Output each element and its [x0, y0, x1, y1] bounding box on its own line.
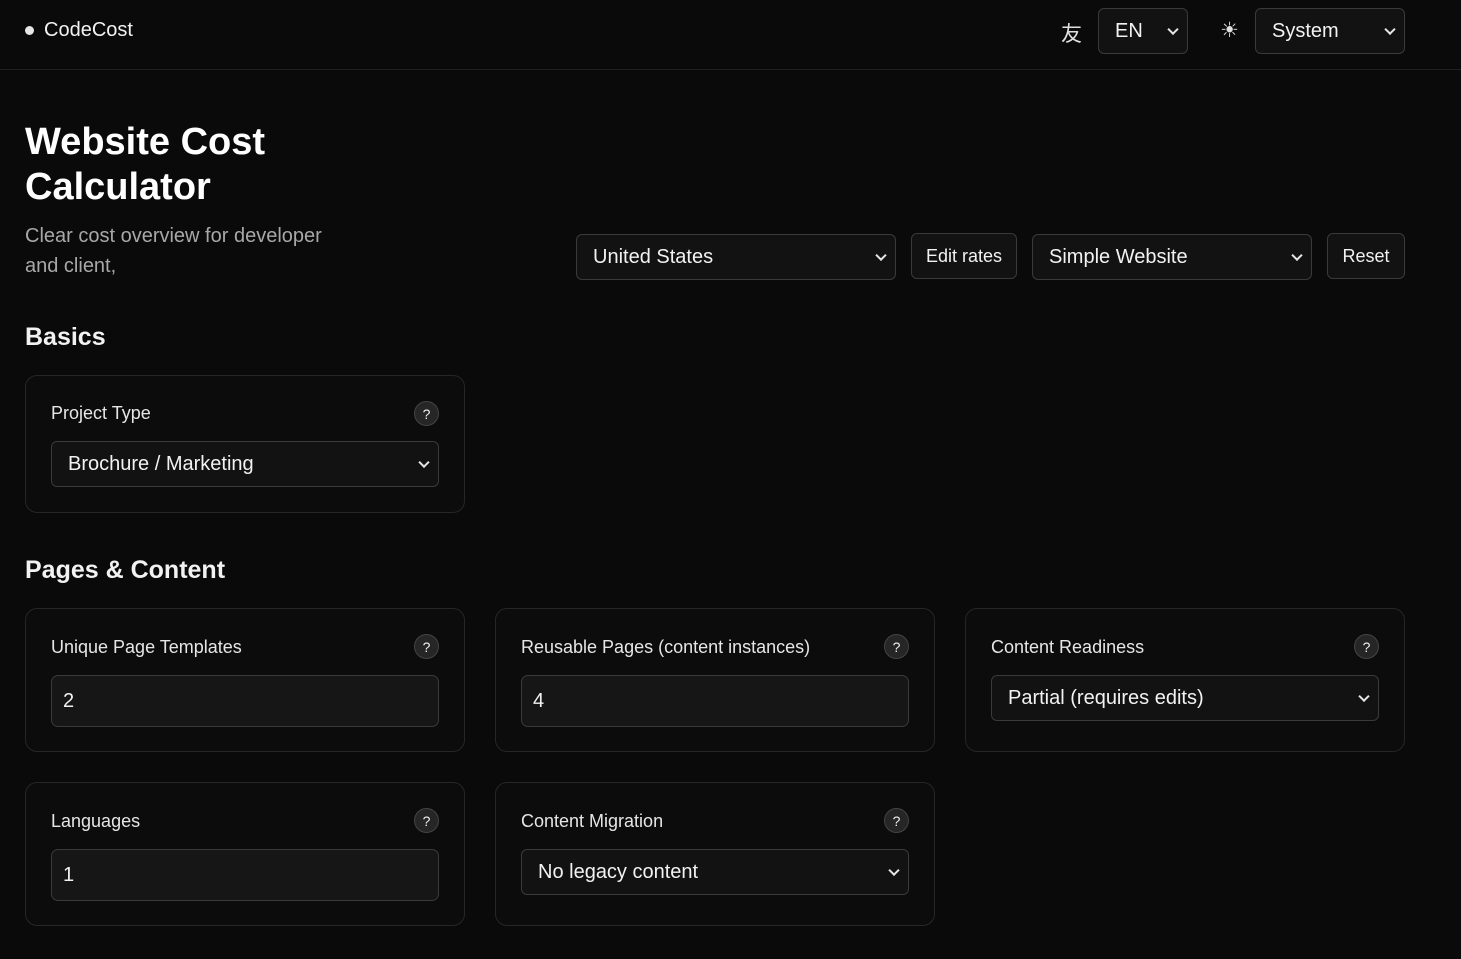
project-type-value: Brochure / Marketing [68, 452, 254, 475]
languages-card: Languages ? 1 [25, 782, 465, 926]
help-icon[interactable]: ? [414, 808, 439, 833]
sun-icon: ☀ [1220, 18, 1239, 42]
field-label: Reusable Pages (content instances) [521, 637, 811, 657]
help-icon[interactable]: ? [1354, 634, 1379, 659]
chevron-down-icon [1291, 249, 1303, 262]
chevron-down-icon [1384, 23, 1396, 36]
theme-select-value: System [1272, 19, 1339, 42]
help-icon[interactable]: ? [884, 808, 909, 833]
content-readiness-card: Content Readiness ? Partial (requires ed… [965, 608, 1405, 752]
page-title: Website Cost Calculator [25, 121, 266, 208]
preset-select-value: Simple Website [1049, 245, 1188, 268]
top-bar: CodeCost 友 EN ☀ System [0, 0, 1461, 70]
country-select-value: United States [593, 245, 714, 268]
theme-select[interactable]: System [1255, 8, 1405, 54]
chevron-down-icon [1358, 690, 1370, 703]
languages-input[interactable]: 1 [51, 849, 439, 901]
country-select[interactable]: United States [576, 234, 896, 280]
unique-templates-input[interactable]: 2 [51, 675, 439, 727]
help-icon[interactable]: ? [884, 634, 909, 659]
language-select[interactable]: EN [1098, 8, 1188, 54]
preset-select[interactable]: Simple Website [1032, 234, 1312, 280]
content-migration-card: Content Migration ? No legacy content [495, 782, 935, 926]
reusable-pages-card: Reusable Pages (content instances) ? 4 [495, 608, 935, 752]
help-icon[interactable]: ? [414, 401, 439, 426]
field-label: Project Type [51, 403, 151, 423]
unique-templates-card: Unique Page Templates ? 2 [25, 608, 465, 752]
content-readiness-value: Partial (requires edits) [1008, 686, 1204, 709]
field-label: Unique Page Templates [51, 637, 242, 657]
chevron-down-icon [1167, 23, 1179, 36]
project-type-card: Project Type ? Brochure / Marketing [25, 375, 465, 513]
language-select-value: EN [1115, 19, 1143, 42]
content-migration-value: No legacy content [538, 860, 699, 883]
brand-dot-icon [25, 26, 34, 35]
reset-button[interactable]: Reset [1327, 233, 1405, 279]
field-label: Content Readiness [991, 637, 1145, 657]
language-icon: 友 [1061, 22, 1082, 46]
brand-name: CodeCost [44, 19, 133, 41]
content-migration-select[interactable]: No legacy content [521, 849, 909, 895]
chevron-down-icon [875, 249, 887, 262]
section-title-basics: Basics [25, 323, 106, 351]
edit-rates-button[interactable]: Edit rates [911, 233, 1017, 279]
chevron-down-icon [888, 864, 900, 877]
section-title-pages-content: Pages & Content [25, 556, 226, 584]
reusable-pages-input[interactable]: 4 [521, 675, 909, 727]
chevron-down-icon [418, 456, 430, 469]
page-subtitle: Clear cost overview for developer and cl… [25, 225, 322, 277]
field-label: Languages [51, 811, 141, 831]
content-readiness-select[interactable]: Partial (requires edits) [991, 675, 1379, 721]
project-type-select[interactable]: Brochure / Marketing [51, 441, 439, 487]
brand[interactable]: CodeCost [25, 19, 133, 42]
field-label: Content Migration [521, 811, 664, 831]
help-icon[interactable]: ? [414, 634, 439, 659]
